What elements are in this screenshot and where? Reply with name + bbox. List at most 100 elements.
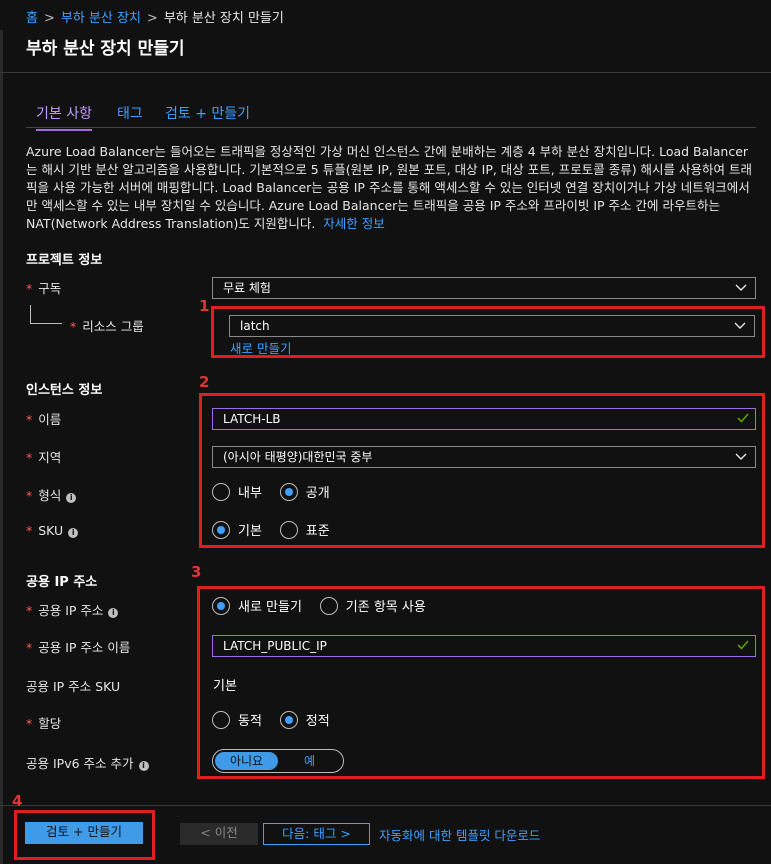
public-ip-radio-use-existing[interactable]: 기존 항목 사용 (319, 596, 426, 615)
assignment-radio-dynamic[interactable]: 동적 (212, 710, 262, 729)
ipv6-toggle-no[interactable]: 아니요 (215, 752, 278, 770)
check-icon (737, 413, 749, 423)
footer-divider (0, 805, 771, 806)
resource-group-label-text: 리소스 그룹 (82, 319, 144, 334)
info-icon[interactable]: i (68, 528, 79, 538)
breadcrumb: 홈 > 부하 분산 장치 > 부하 분산 장치 만들기 (26, 7, 284, 26)
radio-circle-selected (212, 520, 230, 539)
annotation-number-4: 4 (12, 792, 23, 810)
sku-radio-basic[interactable]: 기본 (212, 520, 262, 539)
region-label: * 지역 (26, 447, 61, 466)
assignment-option-dynamic: 동적 (238, 714, 262, 729)
public-ip-name-label: * 공용 IP 주소 이름 (26, 637, 130, 656)
radio-circle (212, 710, 230, 729)
previous-button[interactable]: < 이전 (180, 823, 258, 845)
public-ip-name-value: LATCH_PUBLIC_IP (223, 639, 327, 653)
name-input[interactable]: LATCH-LB (212, 408, 756, 430)
tab-tags[interactable]: 태그 (117, 103, 143, 129)
ipv6-toggle[interactable]: 아니요 예 (212, 749, 344, 773)
radio-circle-selected (279, 710, 298, 729)
learn-more-link[interactable]: 자세한 정보 (323, 216, 384, 231)
required-marker: * (26, 412, 33, 427)
assignment-label: * 할당 (26, 713, 61, 732)
required-marker: * (26, 716, 33, 731)
sku-radio-group: 기본 표준 (212, 520, 344, 542)
required-marker: * (26, 523, 33, 538)
public-ip-radio-group: 새로 만들기 기존 항목 사용 (212, 596, 440, 618)
public-ip-radio-create-new[interactable]: 새로 만들기 (212, 596, 302, 615)
required-marker: * (26, 281, 33, 296)
type-option-internal: 내부 (238, 486, 262, 501)
required-marker: * (26, 640, 33, 655)
resource-group-value: latch (240, 319, 270, 333)
public-ip-option-use-existing: 기존 항목 사용 (345, 600, 426, 615)
chevron-down-icon (735, 284, 747, 291)
download-template-link[interactable]: 자동화에 대한 템플릿 다운로드 (379, 825, 540, 844)
tab-review-create[interactable]: 검토 + 만들기 (165, 103, 250, 129)
ipv6-label-text: 공용 IPv6 주소 추가 (26, 756, 134, 771)
public-ip-name-label-text: 공용 IP 주소 이름 (38, 640, 131, 655)
type-option-public: 공개 (305, 486, 330, 501)
create-new-resource-group-link[interactable]: 새로 만들기 (230, 338, 291, 357)
assignment-option-static: 정적 (305, 714, 330, 729)
public-ip-option-create-new: 새로 만들기 (238, 600, 302, 615)
assignment-radio-group: 동적 정적 (212, 710, 344, 732)
sku-label-text: SKU (38, 523, 64, 538)
resource-group-dropdown[interactable]: latch (229, 315, 755, 337)
subscription-value: 무료 체험 (223, 281, 271, 295)
breadcrumb-parent-link[interactable]: 부하 분산 장치 (61, 11, 141, 26)
public-ip-label: * 공용 IP 주소 i (26, 600, 119, 619)
assignment-radio-static[interactable]: 정적 (279, 710, 330, 729)
review-create-button[interactable]: 검토 + 만들기 (25, 822, 143, 844)
subscription-label-text: 구독 (38, 281, 62, 296)
info-icon[interactable]: i (66, 493, 77, 503)
header-divider (0, 72, 771, 73)
radio-circle-selected (212, 596, 230, 615)
left-frame-edge (0, 30, 3, 864)
required-marker: * (26, 603, 33, 618)
breadcrumb-home-link[interactable]: 홈 (26, 11, 38, 26)
tree-connector-vertical (30, 305, 31, 323)
next-tags-button[interactable]: 다음: 태그 > (263, 823, 370, 845)
check-icon (737, 640, 749, 650)
public-ip-heading: 공용 IP 주소 (26, 575, 98, 590)
radio-circle (212, 482, 230, 501)
type-radio-public[interactable]: 공개 (279, 482, 330, 501)
chevron-down-icon (735, 453, 747, 460)
project-details-heading: 프로젝트 정보 (26, 253, 103, 268)
public-ip-sku-value: 기본 (213, 679, 237, 694)
public-ip-label-text: 공용 IP 주소 (38, 603, 104, 618)
ipv6-label: 공용 IPv6 주소 추가 i (26, 753, 149, 772)
type-label-text: 형식 (38, 488, 62, 503)
description-text: Azure Load Balancer는 들어오는 트래픽을 정상적인 가상 머… (26, 144, 752, 231)
public-ip-sku-label: 공용 IP 주소 SKU (26, 679, 121, 694)
ipv6-toggle-yes[interactable]: 예 (278, 752, 341, 770)
info-icon[interactable]: i (108, 608, 119, 618)
tab-divider (26, 127, 756, 128)
breadcrumb-separator: > (146, 11, 158, 26)
sku-label: * SKU i (26, 523, 79, 538)
sku-option-standard: 표준 (305, 524, 330, 539)
radio-circle (279, 520, 298, 539)
radio-circle (319, 596, 338, 615)
region-label-text: 지역 (38, 450, 62, 465)
annotation-number-3: 3 (191, 563, 202, 581)
public-ip-name-input[interactable]: LATCH_PUBLIC_IP (212, 635, 756, 657)
region-value: (아시아 태평양)대한민국 중부 (223, 450, 373, 464)
required-marker: * (70, 319, 77, 334)
breadcrumb-separator: > (43, 11, 55, 26)
annotation-number-1: 1 (199, 297, 210, 315)
type-radio-group: 내부 공개 (212, 482, 344, 504)
annotation-number-2: 2 (199, 373, 210, 391)
sku-radio-standard[interactable]: 표준 (279, 520, 330, 539)
type-radio-internal[interactable]: 내부 (212, 482, 262, 501)
description: Azure Load Balancer는 들어오는 트래픽을 정상적인 가상 머… (26, 143, 756, 233)
info-icon[interactable]: i (138, 761, 149, 771)
region-dropdown[interactable]: (아시아 태평양)대한민국 중부 (212, 446, 756, 468)
breadcrumb-current: 부하 분산 장치 만들기 (163, 11, 284, 26)
required-marker: * (26, 488, 33, 503)
page-title: 부하 분산 장치 만들기 (26, 39, 185, 59)
subscription-label: * 구독 (26, 278, 61, 297)
subscription-dropdown[interactable]: 무료 체험 (212, 277, 756, 299)
name-input-value: LATCH-LB (223, 412, 281, 426)
